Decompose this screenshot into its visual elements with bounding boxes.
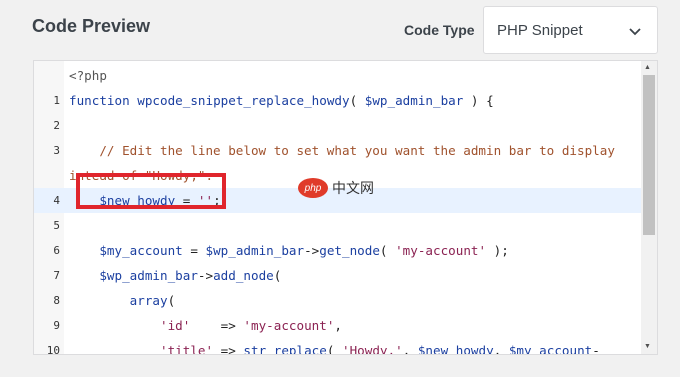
watermark-text: 中文网 bbox=[332, 181, 374, 197]
code-line[interactable]: 8 array( bbox=[34, 288, 642, 313]
code-line[interactable]: 7 $wp_admin_bar->add_node( bbox=[34, 263, 642, 288]
code-preview-title: Code Preview bbox=[32, 16, 151, 36]
line-text: $my_account = $wp_admin_bar->get_node( '… bbox=[99, 243, 509, 258]
scroll-thumb[interactable] bbox=[643, 75, 655, 235]
code-line[interactable]: 10 'title' => str_replace( 'Howdy,', $ne… bbox=[34, 338, 642, 355]
line-text: array( bbox=[129, 293, 176, 308]
line-number: 5 bbox=[53, 219, 60, 232]
code-line[interactable]: <?php bbox=[34, 63, 642, 88]
scroll-up-icon[interactable]: ▲ bbox=[644, 64, 651, 72]
line-text: 'id' => 'my-account', bbox=[160, 318, 343, 333]
chevron-down-icon bbox=[629, 28, 641, 36]
line-number: 8 bbox=[53, 294, 60, 307]
line-number: 2 bbox=[53, 119, 60, 132]
code-line[interactable]: 5 bbox=[34, 213, 642, 238]
code-line[interactable]: 9 'id' => 'my-account', bbox=[34, 313, 642, 338]
highlight-box bbox=[76, 173, 226, 209]
line-text: function wpcode_snippet_replace_howdy( $… bbox=[69, 93, 494, 108]
line-text: $wp_admin_bar->add_node( bbox=[99, 268, 282, 283]
line-number: 1 bbox=[53, 94, 60, 107]
watermark-logo: php bbox=[298, 178, 328, 198]
code-line[interactable]: 1 function wpcode_snippet_replace_howdy( … bbox=[34, 88, 642, 113]
line-number: 4 bbox=[53, 194, 60, 207]
line-text: 'title' => str_replace( 'Howdy,', $new_h… bbox=[160, 343, 600, 355]
line-number: 6 bbox=[53, 244, 60, 257]
code-type-value: PHP Snippet bbox=[497, 21, 583, 39]
code-lines: <?php 1 function wpcode_snippet_replace_ho… bbox=[34, 63, 642, 355]
line-number: 3 bbox=[53, 144, 60, 157]
line-text: // Edit the line below to set what you w… bbox=[69, 143, 615, 158]
code-line[interactable]: 3 // Edit the line below to set what you… bbox=[34, 138, 642, 163]
code-line[interactable]: 2 bbox=[34, 113, 642, 138]
code-line[interactable]: 6 $my_account = $wp_admin_bar->get_node(… bbox=[34, 238, 642, 263]
line-number: 7 bbox=[53, 269, 60, 282]
watermark: php 中文网 bbox=[298, 178, 374, 198]
editor-scrollbar[interactable]: ▲ ▼ bbox=[641, 61, 657, 354]
scroll-down-icon[interactable]: ▼ bbox=[644, 343, 651, 351]
code-type-select[interactable]: PHP Snippet bbox=[483, 6, 658, 54]
line-number: 9 bbox=[53, 319, 60, 332]
line-text: <?php bbox=[69, 68, 107, 83]
code-type-label: Code Type bbox=[404, 22, 475, 38]
line-number: 10 bbox=[46, 344, 60, 355]
